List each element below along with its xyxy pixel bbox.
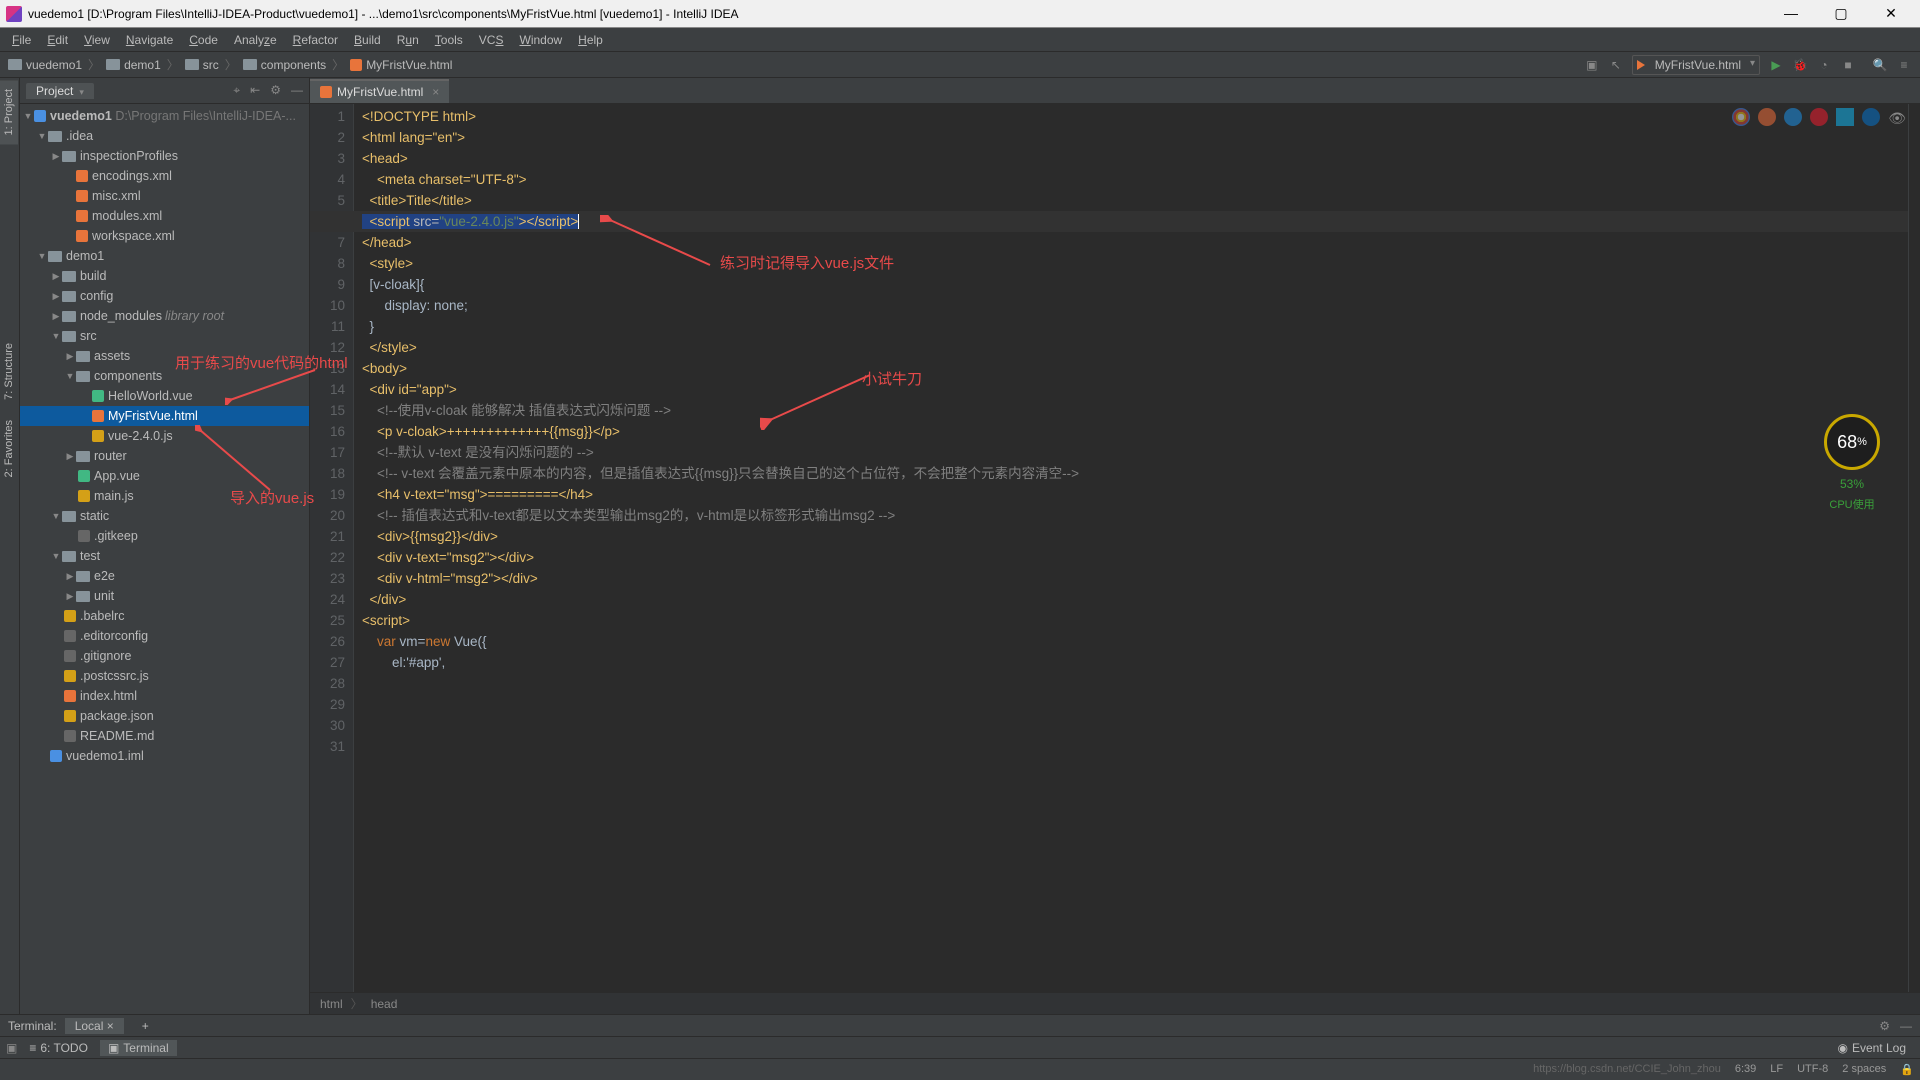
html-icon xyxy=(320,86,332,98)
edge-icon[interactable] xyxy=(1862,108,1880,126)
menu-navigate[interactable]: Navigate xyxy=(118,31,181,49)
app-icon xyxy=(6,6,22,22)
quick-access-icon[interactable]: ▣ xyxy=(6,1041,17,1055)
status-indent[interactable]: 2 spaces xyxy=(1842,1063,1886,1076)
menu-refactor[interactable]: Refactor xyxy=(285,31,346,49)
settings-icon[interactable]: ⚙ xyxy=(270,83,281,98)
left-toolwindow-strip: 1: Project 7: Structure 2: Favorites xyxy=(0,78,20,1014)
line-gutter: 1 2 3 4 5 6 7 8 9 10 11 12 13 14 15 16 1… xyxy=(310,104,354,992)
collapse-icon[interactable]: ⇤ xyxy=(250,83,260,98)
status-caret-pos[interactable]: 6:39 xyxy=(1735,1063,1756,1076)
inspections-icon[interactable]: 👁 xyxy=(1888,108,1906,129)
navigation-bar: vuedemo1〉 demo1〉 src〉 components〉 MyFris… xyxy=(0,52,1920,78)
tab-structure[interactable]: 7: Structure xyxy=(0,334,18,409)
html-icon xyxy=(350,59,362,71)
editor-area: MyFristVue.html × 👁 1 2 3 4 5 6 7 8 9 10… xyxy=(310,78,1920,1014)
minimize-button[interactable]: — xyxy=(1776,5,1806,22)
breadcrumb: vuedemo1〉 demo1〉 src〉 components〉 MyFris… xyxy=(8,56,452,73)
menu-help[interactable]: Help xyxy=(570,31,611,49)
folder-icon xyxy=(243,59,257,70)
crumb-1[interactable]: demo1 xyxy=(124,58,161,72)
project-toolwindow: Project ⌖ ⇤ ⚙ — vuedemo1 D:\Program File… xyxy=(20,78,310,1014)
maximize-button[interactable]: ▢ xyxy=(1826,5,1856,22)
safari-icon[interactable] xyxy=(1784,108,1802,126)
window-title: vuedemo1 [D:\Program Files\IntelliJ-IDEA… xyxy=(28,7,1776,21)
tab-project[interactable]: 1: Project xyxy=(0,80,18,144)
editor-tabs: MyFristVue.html × xyxy=(310,78,1920,104)
crumb-root[interactable]: vuedemo1 xyxy=(26,58,82,72)
status-bar: https://blog.csdn.net/CCIE_John_zhou 6:3… xyxy=(0,1058,1920,1080)
code-editor[interactable]: 👁 1 2 3 4 5 6 7 8 9 10 11 12 13 14 15 16… xyxy=(310,104,1920,992)
menu-tools[interactable]: Tools xyxy=(427,31,471,49)
run-config-combo[interactable]: MyFristVue.html xyxy=(1632,55,1760,75)
status-lock-icon[interactable]: 🔒 xyxy=(1900,1063,1914,1076)
status-encoding[interactable]: UTF-8 xyxy=(1797,1063,1828,1076)
close-icon[interactable]: × xyxy=(432,85,439,99)
opera-icon[interactable] xyxy=(1810,108,1828,126)
tab-todo[interactable]: ≡ 6: TODO xyxy=(21,1040,96,1056)
terminal-tab-local[interactable]: Local × xyxy=(65,1018,124,1034)
tab-eventlog[interactable]: ◉ Event Log xyxy=(1829,1040,1914,1056)
close-icon[interactable]: × xyxy=(107,1019,114,1033)
menu-view[interactable]: View xyxy=(76,31,118,49)
crumb-3[interactable]: components xyxy=(261,58,326,72)
hide-icon[interactable]: — xyxy=(1900,1019,1912,1033)
folder-icon xyxy=(185,59,199,70)
file-tab[interactable]: MyFristVue.html × xyxy=(310,79,449,103)
window-titlebar: vuedemo1 [D:\Program Files\IntelliJ-IDEA… xyxy=(0,0,1920,28)
tab-terminal[interactable]: ▣ Terminal xyxy=(100,1040,177,1056)
editor-breadcrumb: html 〉 head xyxy=(310,992,1920,1014)
settings-icon[interactable]: ≡ xyxy=(1896,57,1912,73)
menu-file[interactable]: File xyxy=(4,31,39,49)
cpu-gauge: 68% 53% CPU使用 xyxy=(1824,414,1880,516)
code-content[interactable]: <!DOCTYPE html><html lang="en"><head> <m… xyxy=(354,104,1908,992)
firefox-icon[interactable] xyxy=(1758,108,1776,126)
close-button[interactable]: ✕ xyxy=(1876,5,1906,22)
search-icon[interactable]: 🔍 xyxy=(1872,57,1888,73)
project-tree[interactable]: vuedemo1 D:\Program Files\IntelliJ-IDEA-… xyxy=(20,104,309,1014)
folder-icon xyxy=(8,59,22,70)
project-header: Project ⌖ ⇤ ⚙ — xyxy=(20,78,309,104)
project-view-combo[interactable]: Project xyxy=(26,83,94,99)
browser-icons xyxy=(1732,108,1880,126)
debug-button[interactable]: 🐞 xyxy=(1792,57,1808,73)
nav-back-icon[interactable]: ↖ xyxy=(1608,57,1624,73)
main-menu: File Edit View Navigate Code Analyze Ref… xyxy=(0,28,1920,52)
locate-icon[interactable]: ⌖ xyxy=(233,83,240,98)
crumb-4[interactable]: MyFristVue.html xyxy=(366,58,452,72)
menu-vcs[interactable]: VCS xyxy=(471,31,512,49)
tab-favorites[interactable]: 2: Favorites xyxy=(0,411,18,486)
bottom-toolwindow-strip: ▣ ≡ 6: TODO ▣ Terminal ◉ Event Log xyxy=(0,1036,1920,1058)
folder-icon xyxy=(106,59,120,70)
terminal-add-tab[interactable]: + xyxy=(132,1018,159,1034)
menu-edit[interactable]: Edit xyxy=(39,31,76,49)
menu-analyze[interactable]: Analyze xyxy=(226,31,285,49)
tree-item-selected: MyFristVue.html xyxy=(20,406,309,426)
crumb-2[interactable]: src xyxy=(203,58,219,72)
nav-target-icon[interactable]: ▣ xyxy=(1584,57,1600,73)
menu-window[interactable]: Window xyxy=(511,31,570,49)
ie-icon[interactable] xyxy=(1836,108,1854,126)
terminal-toolwindow-header: Terminal: Local × + ⚙ — xyxy=(0,1014,1920,1036)
coverage-button[interactable]: ◔ xyxy=(1816,57,1832,73)
intention-bulb-icon[interactable]: 💡 xyxy=(354,190,355,211)
hide-icon[interactable]: — xyxy=(291,83,303,98)
stop-button[interactable]: ■ xyxy=(1840,57,1856,73)
settings-icon[interactable]: ⚙ xyxy=(1879,1019,1890,1033)
chrome-icon[interactable] xyxy=(1732,108,1750,126)
menu-run[interactable]: Run xyxy=(389,31,427,49)
menu-build[interactable]: Build xyxy=(346,31,389,49)
run-button[interactable]: ▶ xyxy=(1768,57,1784,73)
watermark: https://blog.csdn.net/CCIE_John_zhou xyxy=(1533,1063,1721,1076)
status-line-sep[interactable]: LF xyxy=(1770,1063,1783,1076)
menu-code[interactable]: Code xyxy=(181,31,226,49)
